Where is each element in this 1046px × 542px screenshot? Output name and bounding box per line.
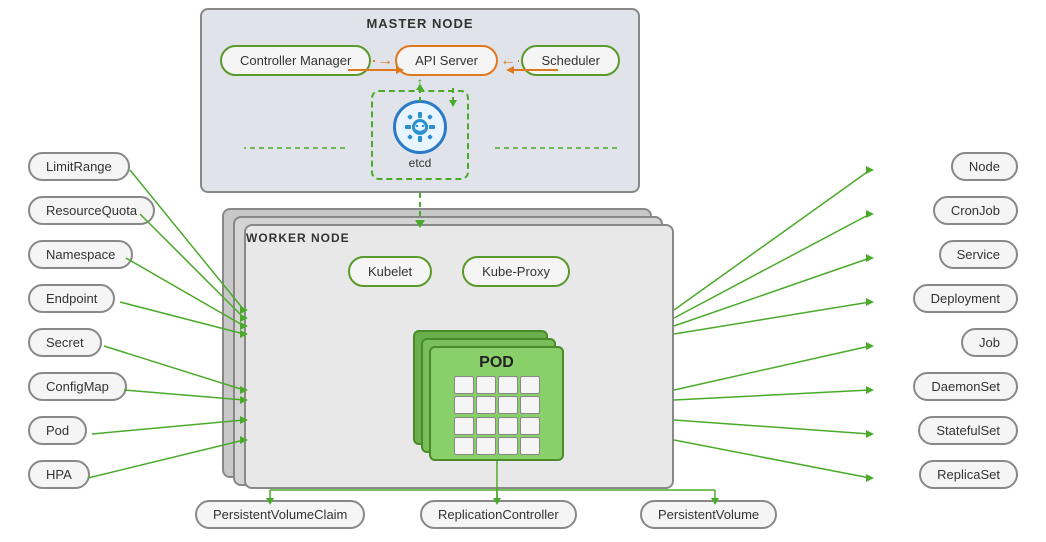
pod-cell (520, 376, 540, 394)
pod-cell (476, 417, 496, 435)
etcd-icon (402, 109, 438, 145)
right-item-node: Node (951, 152, 1018, 181)
right-item-statefulset: StatefulSet (918, 416, 1018, 445)
pod-cell (476, 396, 496, 414)
diagram-container: MASTER NODE Controller Manager → API Ser… (0, 0, 1046, 542)
right-item-job: Job (961, 328, 1018, 357)
master-node-title: MASTER NODE (366, 10, 473, 35)
pod-cell (520, 437, 540, 455)
pod-cell (520, 417, 540, 435)
right-item-service: Service (939, 240, 1018, 269)
scheduler-pill: Scheduler (521, 45, 620, 76)
api-server-pill: API Server (395, 45, 498, 76)
right-item-deployment: Deployment (913, 284, 1018, 313)
pod-cell (520, 396, 540, 414)
left-item-resourcequota: ResourceQuota (28, 196, 155, 225)
worker-node-title: WORKER NODE (246, 226, 672, 248)
bottom-item-pvc: PersistentVolumeClaim (195, 500, 365, 529)
right-item-replicaset: ReplicaSet (919, 460, 1018, 489)
pod-cell (498, 437, 518, 455)
pod-cell (476, 376, 496, 394)
kubelet-pill: Kubelet (348, 256, 432, 287)
pod-cell (498, 376, 518, 394)
pod-cell (498, 396, 518, 414)
bottom-item-pv: PersistentVolume (640, 500, 777, 529)
left-item-namespace: Namespace (28, 240, 133, 269)
left-item-hpa: HPA (28, 460, 90, 489)
bottom-item-rc: ReplicationController (420, 500, 577, 529)
right-item-cronjob: CronJob (933, 196, 1018, 225)
controller-manager-pill: Controller Manager (220, 45, 371, 76)
pod-cell (476, 437, 496, 455)
left-item-limitrange: LimitRange (28, 152, 130, 181)
left-item-endpoint: Endpoint (28, 284, 115, 313)
left-item-secret: Secret (28, 328, 102, 357)
pod-title: POD (479, 354, 514, 372)
kube-proxy-pill: Kube-Proxy (462, 256, 570, 287)
etcd-label: etcd (409, 156, 432, 170)
master-node: MASTER NODE Controller Manager → API Ser… (200, 8, 640, 193)
right-item-daemonset: DaemonSet (913, 372, 1018, 401)
pod-cell (454, 376, 474, 394)
pod-grid-2 (454, 417, 540, 455)
pod-cell (454, 417, 474, 435)
pod-cell (454, 396, 474, 414)
pod-box: POD (429, 346, 564, 461)
pod-grid (454, 376, 540, 414)
left-item-configmap: ConfigMap (28, 372, 127, 401)
pod-cell (498, 417, 518, 435)
pod-cell (454, 437, 474, 455)
left-item-pod: Pod (28, 416, 87, 445)
